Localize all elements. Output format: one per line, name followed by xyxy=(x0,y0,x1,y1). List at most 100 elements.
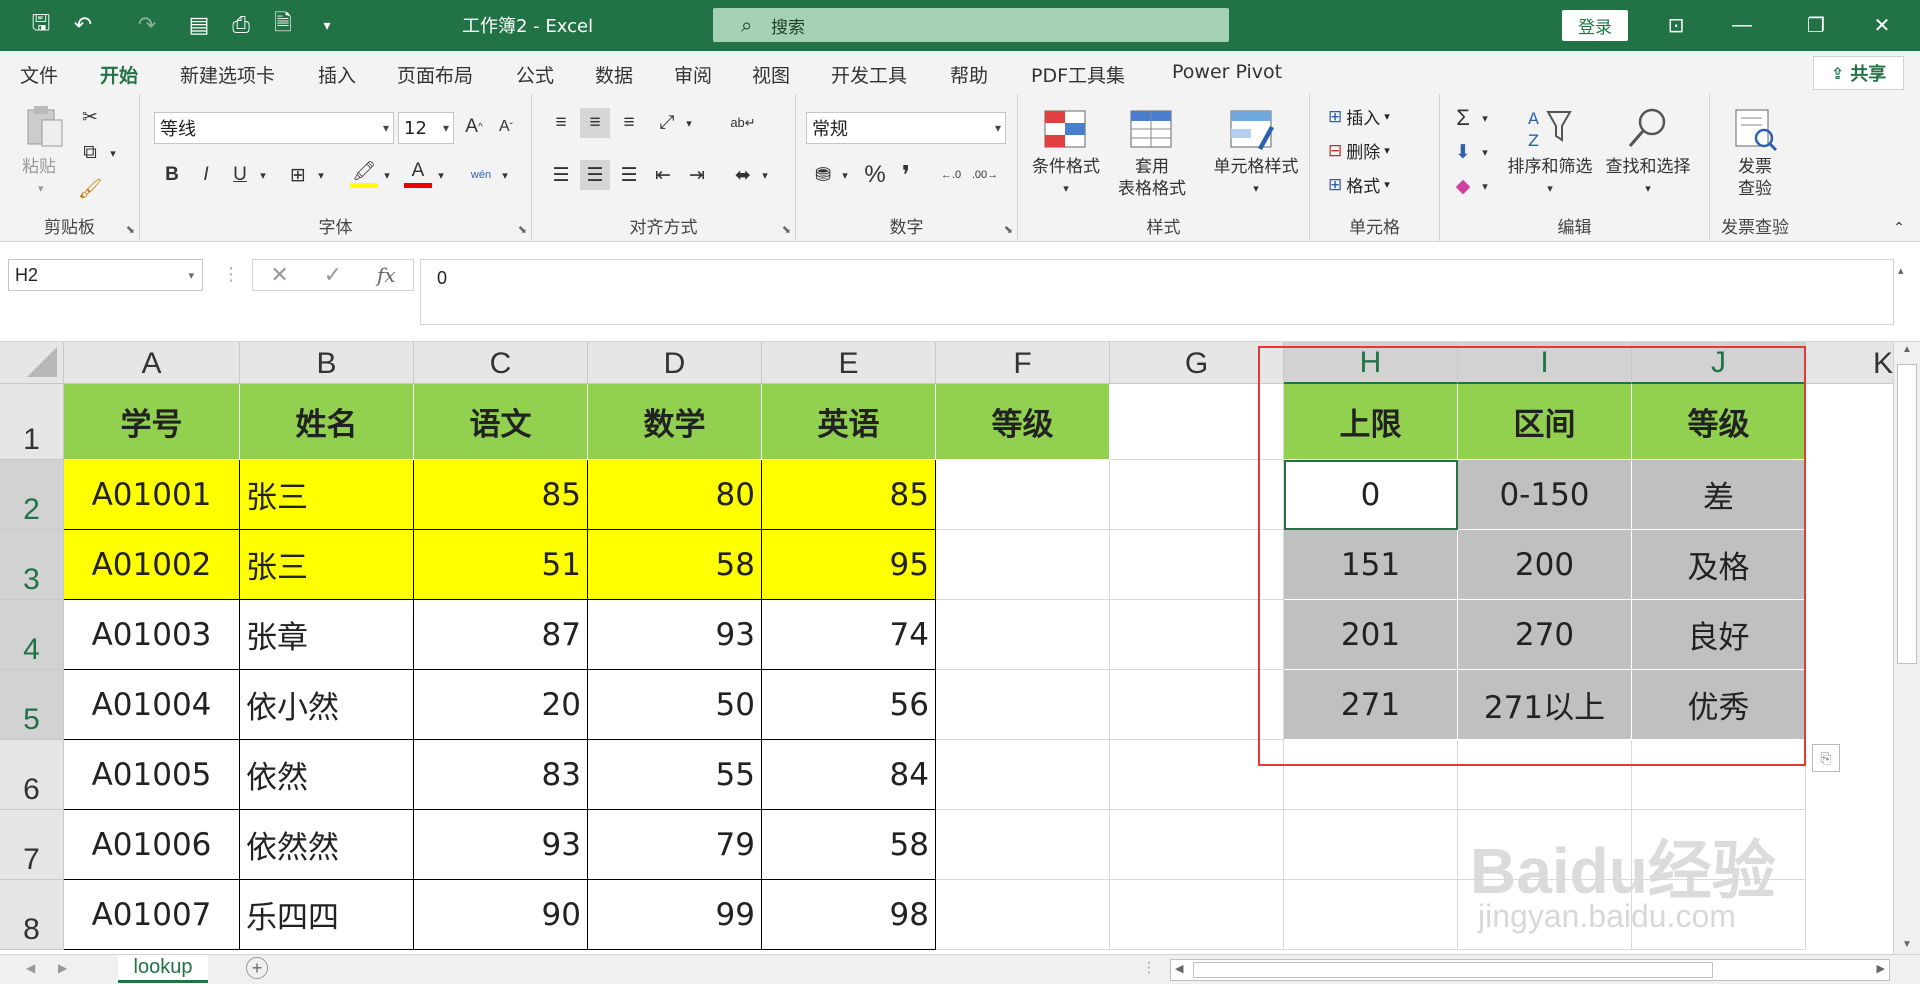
clear-icon[interactable]: ◆ xyxy=(1450,172,1476,200)
font-launcher-icon[interactable]: ⬊ xyxy=(518,223,527,236)
cell-empty[interactable] xyxy=(936,740,1110,810)
cell-empty[interactable] xyxy=(936,880,1110,950)
alignment-launcher-icon[interactable]: ⬊ xyxy=(782,223,791,236)
student-math-cell[interactable]: 79 xyxy=(588,810,762,880)
comma-style-icon[interactable]: ❜ xyxy=(894,160,918,190)
tab-insert[interactable]: 插入 xyxy=(318,61,356,88)
font-color-dropdown-icon[interactable]: ▾ xyxy=(434,160,448,190)
tab-splitter-icon[interactable]: ⋮ xyxy=(1142,959,1156,976)
autosum-dropdown-icon[interactable]: ▾ xyxy=(1478,104,1492,132)
scroll-down-icon[interactable]: ▼ xyxy=(1902,939,1912,950)
horizontal-scroll-thumb[interactable] xyxy=(1193,962,1713,978)
scroll-right-icon[interactable]: ▶ xyxy=(1877,962,1885,975)
orientation-dropdown-icon[interactable]: ▾ xyxy=(682,108,696,138)
student-name-cell[interactable]: 张三 xyxy=(240,460,414,530)
borders-dropdown-icon[interactable]: ▾ xyxy=(314,160,328,190)
student-english-cell[interactable]: 56 xyxy=(762,670,936,740)
close-icon[interactable]: ✕ xyxy=(1862,8,1902,42)
undo-icon[interactable]: ↶ xyxy=(66,9,100,41)
invoice-check-icon[interactable] xyxy=(1732,106,1778,152)
cell-styles-dropdown-icon[interactable]: ▾ xyxy=(1208,178,1304,200)
formula-input[interactable]: 0 xyxy=(420,259,1894,325)
header-cell[interactable]: 语文 xyxy=(414,384,588,460)
row-header-3[interactable]: 3 xyxy=(0,530,64,600)
student-math-cell[interactable]: 80 xyxy=(588,460,762,530)
student-id-cell[interactable]: A01004 xyxy=(64,670,240,740)
insert-function-icon[interactable]: fx xyxy=(377,263,396,287)
prev-sheet-icon[interactable]: ◀ xyxy=(26,961,35,975)
copy-dropdown-icon[interactable]: ▾ xyxy=(106,140,120,166)
cell-empty[interactable] xyxy=(936,530,1110,600)
student-english-cell[interactable]: 85 xyxy=(762,460,936,530)
paste-label[interactable]: 粘贴 xyxy=(22,156,56,178)
ribbon-display-options-icon[interactable]: ⊡ xyxy=(1656,8,1696,42)
cell-empty[interactable] xyxy=(1284,880,1458,950)
quick-analysis-icon[interactable]: ⎘ xyxy=(1812,744,1840,772)
student-chinese-cell[interactable]: 87 xyxy=(414,600,588,670)
tab-formulas[interactable]: 公式 xyxy=(516,61,554,88)
format-cells-button[interactable]: ⊞ 格式 ▾ xyxy=(1328,172,1390,198)
wrap-text-icon[interactable]: ab↵ xyxy=(728,108,758,138)
number-format-combo[interactable]: 常规 ▾ xyxy=(806,112,1006,144)
invoice-check-label-1[interactable]: 发票 xyxy=(1710,156,1800,178)
student-name-cell[interactable]: 依然然 xyxy=(240,810,414,880)
tab-page-layout[interactable]: 页面布局 xyxy=(397,61,473,88)
fill-color-icon[interactable]: 🖍 xyxy=(350,158,378,188)
accounting-format-icon[interactable]: ⛃ xyxy=(808,160,838,190)
row-header-2[interactable]: 2 xyxy=(0,460,64,530)
tab-pdf-tools[interactable]: PDF工具集 xyxy=(1031,61,1125,88)
student-math-cell[interactable]: 50 xyxy=(588,670,762,740)
student-id-cell[interactable]: A01001 xyxy=(64,460,240,530)
sort-filter-icon[interactable]: AZ xyxy=(1526,106,1572,152)
borders-icon[interactable]: ⊞ xyxy=(284,160,312,190)
header-cell[interactable]: 数学 xyxy=(588,384,762,460)
student-id-cell[interactable]: A01006 xyxy=(64,810,240,880)
active-cell[interactable]: 0 xyxy=(1284,460,1458,530)
percent-icon[interactable]: % xyxy=(860,160,890,190)
row-header-6[interactable]: 6 xyxy=(0,740,64,810)
find-select-label[interactable]: 查找和选择 xyxy=(1600,156,1696,178)
header-cell[interactable]: 英语 xyxy=(762,384,936,460)
row-header-7[interactable]: 7 xyxy=(0,810,64,880)
paste-icon[interactable] xyxy=(22,104,68,150)
student-id-cell[interactable]: A01002 xyxy=(64,530,240,600)
sheet-tab-lookup[interactable]: lookup xyxy=(118,955,208,983)
tab-data[interactable]: 数据 xyxy=(595,61,633,88)
font-name-combo[interactable]: 等线 ▾ xyxy=(154,112,394,144)
tab-home[interactable]: 开始 xyxy=(100,61,139,97)
row-header-1[interactable]: 1 xyxy=(0,384,64,460)
row-header-8[interactable]: 8 xyxy=(0,880,64,950)
header-cell[interactable]: 姓名 xyxy=(240,384,414,460)
next-sheet-icon[interactable]: ▶ xyxy=(58,961,67,975)
conditional-format-dropdown-icon[interactable]: ▾ xyxy=(1030,178,1102,200)
student-english-cell[interactable]: 84 xyxy=(762,740,936,810)
column-header-d[interactable]: D xyxy=(588,342,762,384)
student-math-cell[interactable]: 99 xyxy=(588,880,762,950)
column-header-c[interactable]: C xyxy=(414,342,588,384)
student-english-cell[interactable]: 98 xyxy=(762,880,936,950)
cancel-icon[interactable]: ✕ xyxy=(270,262,288,288)
header-cell[interactable]: 学号 xyxy=(64,384,240,460)
column-header-e[interactable]: E xyxy=(762,342,936,384)
align-middle-icon[interactable]: ≡ xyxy=(580,108,610,138)
cell-empty[interactable] xyxy=(1284,810,1458,880)
row-header-5[interactable]: 5 xyxy=(0,670,64,740)
tab-new[interactable]: 新建选项卡 xyxy=(180,61,275,88)
scroll-up-icon[interactable]: ▲ xyxy=(1902,344,1912,355)
underline-dropdown-icon[interactable]: ▾ xyxy=(256,160,270,190)
student-chinese-cell[interactable]: 83 xyxy=(414,740,588,810)
vertical-scroll-thumb[interactable] xyxy=(1897,364,1917,664)
formula-bar-splitter-icon[interactable]: ⋮ xyxy=(222,264,240,285)
find-select-icon[interactable] xyxy=(1624,106,1670,152)
student-name-cell[interactable]: 张三 xyxy=(240,530,414,600)
autosum-icon[interactable]: Σ xyxy=(1450,104,1476,132)
align-bottom-icon[interactable]: ≡ xyxy=(614,108,644,138)
format-painter-icon[interactable]: 🖌 xyxy=(78,176,102,202)
bold-button[interactable]: B xyxy=(158,160,186,190)
increase-decimal-icon[interactable]: ←.0 xyxy=(936,160,966,190)
student-math-cell[interactable]: 93 xyxy=(588,600,762,670)
cell-styles-label[interactable]: 单元格样式 xyxy=(1208,156,1304,178)
italic-button[interactable]: I xyxy=(192,160,220,190)
invoice-check-label-2[interactable]: 查验 xyxy=(1710,178,1800,200)
fill-color-dropdown-icon[interactable]: ▾ xyxy=(380,160,394,190)
